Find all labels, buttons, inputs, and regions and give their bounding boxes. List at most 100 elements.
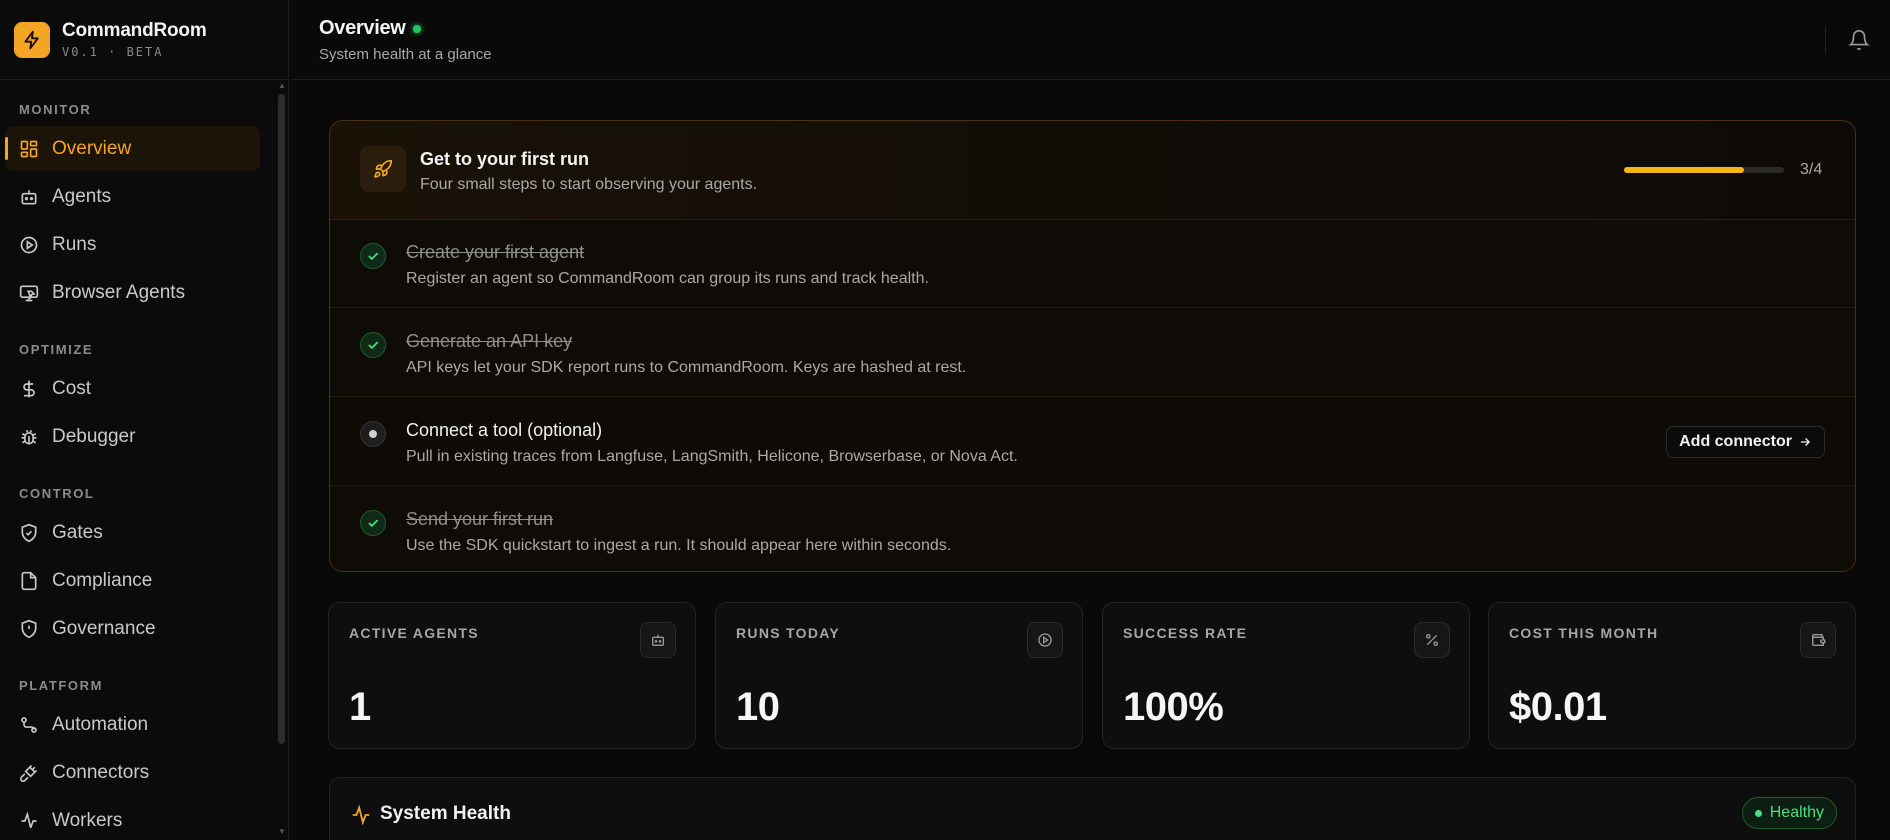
- activity-icon: [21, 811, 37, 828]
- section-label-platform: PLATFORM: [19, 678, 104, 693]
- sidebar-item-governance[interactable]: Governance: [5, 606, 260, 651]
- wallet-icon: [1800, 622, 1836, 658]
- sidebar-item-gates[interactable]: Gates: [5, 510, 260, 555]
- app-version: V0.1 · BETA: [62, 45, 164, 59]
- page-title: Overview: [319, 17, 406, 39]
- check-icon: [360, 510, 386, 536]
- onboarding-header: Get to your first run Four small steps t…: [330, 121, 1855, 220]
- stat-value: 100%: [1123, 685, 1224, 729]
- step-title: Connect a tool (optional): [406, 420, 603, 440]
- add-connector-label: Add connector: [1679, 433, 1792, 450]
- sidebar-item-label: Debugger: [52, 425, 136, 447]
- stat-card-active-agents: ACTIVE AGENTS 1: [328, 602, 696, 749]
- stat-label: RUNS TODAY: [736, 625, 841, 641]
- sidebar-item-browser-agents[interactable]: Browser Agents: [5, 270, 260, 315]
- browser-icon: [19, 285, 39, 301]
- onboarding-step-create-agent: Create your first agent Register an agen…: [330, 220, 1855, 308]
- sidebar-item-label: Cost: [52, 377, 92, 399]
- sidebar-item-connectors[interactable]: Connectors: [5, 750, 260, 795]
- sidebar-scrollbar[interactable]: ▲ ▼: [278, 82, 286, 836]
- health-status-badge: Healthy: [1741, 797, 1837, 829]
- page-header: Overview System health at a glance: [290, 0, 1890, 80]
- brand[interactable]: CommandRoom V0.1 · BETA: [0, 0, 288, 80]
- step-title: Create your first agent: [406, 242, 585, 262]
- step-description: Use the SDK quickstart to ingest a run. …: [406, 537, 952, 554]
- sidebar-item-compliance[interactable]: Compliance: [5, 558, 260, 603]
- plug-icon: [20, 764, 38, 782]
- sidebar-item-label: Gates: [52, 521, 103, 543]
- check-icon: [360, 243, 386, 269]
- onboarding-card: Get to your first run Four small steps t…: [329, 120, 1856, 572]
- sidebar-nav: MONITOR Overview Agents Runs Browser Age…: [0, 80, 276, 828]
- sidebar-item-label: Agents: [52, 185, 112, 207]
- progress-fill: [1624, 167, 1744, 173]
- shield-check-icon: [21, 523, 37, 542]
- sidebar-item-label: Browser Agents: [52, 281, 186, 303]
- play-circle-icon: [20, 236, 38, 253]
- stat-label: ACTIVE AGENTS: [349, 625, 479, 641]
- dashboard-icon: [20, 140, 38, 157]
- stat-label: SUCCESS RATE: [1123, 625, 1248, 641]
- onboarding-progress-bar: [1624, 167, 1784, 173]
- step-title: Generate an API key: [406, 331, 573, 351]
- sidebar-item-label: Overview: [52, 137, 132, 159]
- lightning-icon: [14, 21, 50, 58]
- scroll-up-icon[interactable]: ▲: [278, 82, 286, 90]
- scroll-down-icon[interactable]: ▼: [278, 828, 286, 836]
- app-name: CommandRoom: [62, 20, 207, 41]
- sidebar-item-debugger[interactable]: Debugger: [5, 414, 260, 459]
- system-health-card: System Health Healthy: [329, 777, 1856, 840]
- stat-value: 1: [349, 685, 371, 729]
- percent-icon: [1414, 622, 1450, 658]
- onboarding-step-connect-tool: Connect a tool (optional) Pull in existi…: [330, 398, 1855, 486]
- sidebar-item-agents[interactable]: Agents: [5, 174, 260, 219]
- sidebar-item-automation[interactable]: Automation: [5, 702, 260, 747]
- document-icon: [21, 571, 37, 590]
- section-label-control: CONTROL: [19, 486, 95, 501]
- status-indicator: [413, 25, 421, 33]
- stat-card-success-rate: SUCCESS RATE 100%: [1102, 602, 1470, 749]
- stat-value: 10: [736, 685, 780, 729]
- onboarding-progress-text: 3/4: [1800, 161, 1823, 178]
- onboarding-title: Get to your first run: [420, 149, 590, 169]
- sidebar-item-label: Workers: [52, 809, 123, 829]
- onboarding-subtitle: Four small steps to start observing your…: [420, 176, 758, 193]
- stat-label: COST THIS MONTH: [1509, 625, 1659, 641]
- play-circle-icon: [1027, 622, 1063, 658]
- sidebar-item-label: Automation: [52, 713, 149, 735]
- sidebar-item-runs[interactable]: Runs: [5, 222, 260, 267]
- check-icon: [360, 332, 386, 358]
- rocket-icon: [360, 146, 406, 192]
- header-divider: [1825, 26, 1826, 54]
- health-status-label: Healthy: [1769, 804, 1824, 821]
- bot-icon: [21, 189, 37, 204]
- onboarding-step-first-run: Send your first run Use the SDK quicksta…: [330, 487, 1855, 571]
- scrollbar-thumb[interactable]: [278, 94, 285, 744]
- pending-dot-icon: [360, 421, 386, 447]
- sidebar-item-label: Connectors: [52, 761, 150, 783]
- dollar-icon: [23, 380, 35, 397]
- stat-card-cost-this-month: COST THIS MONTH $0.01: [1488, 602, 1856, 749]
- section-label-monitor: MONITOR: [19, 102, 92, 117]
- sidebar: CommandRoom V0.1 · BETA MONITOR Overview…: [0, 0, 289, 840]
- sidebar-item-label: Runs: [52, 233, 97, 255]
- bell-icon[interactable]: [1848, 29, 1870, 51]
- bug-icon: [21, 429, 37, 444]
- bot-icon: [640, 622, 676, 658]
- onboarding-step-api-key: Generate an API key API keys let your SD…: [330, 309, 1855, 397]
- system-health-title: System Health: [380, 803, 511, 824]
- shield-alert-icon: [21, 619, 37, 638]
- add-connector-button[interactable]: Add connector: [1666, 426, 1825, 458]
- workflow-icon: [21, 716, 37, 733]
- arrow-right-icon: [1800, 438, 1810, 446]
- section-label-optimize: OPTIMIZE: [19, 342, 94, 357]
- sidebar-item-cost[interactable]: Cost: [5, 366, 260, 411]
- step-description: Pull in existing traces from Langfuse, L…: [406, 448, 1018, 465]
- stat-card-runs-today: RUNS TODAY 10: [715, 602, 1083, 749]
- sidebar-item-label: Governance: [52, 617, 156, 639]
- sidebar-item-workers[interactable]: Workers: [5, 798, 260, 828]
- sidebar-item-overview[interactable]: Overview: [5, 126, 260, 171]
- page-subtitle: System health at a glance: [319, 46, 492, 63]
- stat-value: $0.01: [1509, 685, 1607, 729]
- activity-icon: [352, 804, 370, 826]
